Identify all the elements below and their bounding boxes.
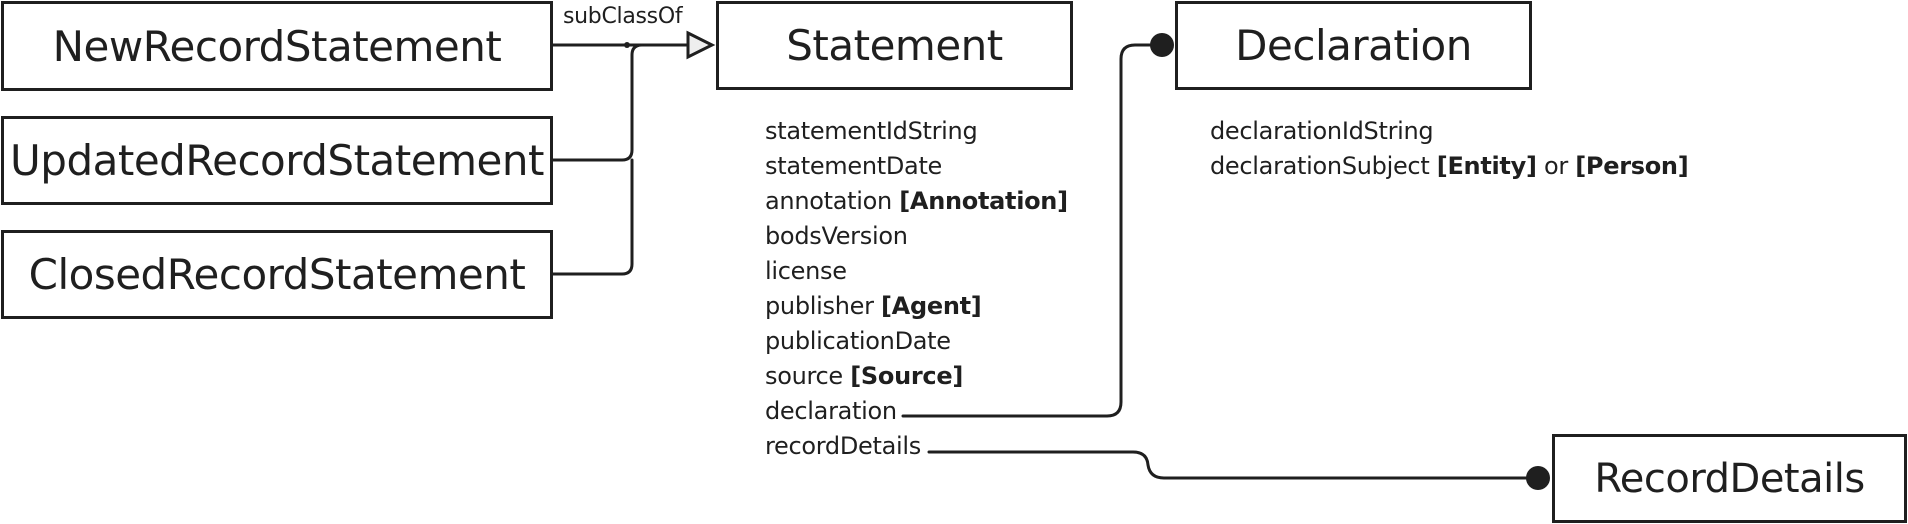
generalization-arrowhead (686, 30, 716, 60)
declaration-properties: declarationIdString declarationSubject [… (1210, 114, 1689, 184)
record-details-end-dot (1526, 466, 1550, 490)
class-title: Statement (786, 21, 1003, 70)
property-row: bodsVersion (765, 222, 908, 250)
class-title: RecordDetails (1594, 455, 1865, 502)
class-title: UpdatedRecordStatement (10, 136, 544, 185)
class-declaration[interactable]: Declaration (1175, 1, 1532, 90)
property-row: source [Source] (765, 362, 963, 390)
property-row: declarationSubject [Entity] or [Person] (1210, 152, 1689, 180)
junction-dot (624, 42, 630, 48)
property-row: annotation [Annotation] (765, 187, 1068, 215)
class-title: Declaration (1235, 21, 1472, 70)
property-row: statementDate (765, 152, 943, 180)
property-row: publisher [Agent] (765, 292, 982, 320)
class-new-record-statement[interactable]: NewRecordStatement (1, 1, 553, 91)
property-row: publicationDate (765, 327, 951, 355)
property-type: [Annotation] (899, 187, 1068, 215)
property-row: license (765, 257, 847, 285)
subclass-line-updated (551, 43, 644, 162)
property-row: declaration (765, 397, 897, 425)
property-row: declarationIdString (1210, 117, 1434, 145)
property-type: [Agent] (881, 292, 982, 320)
class-record-details[interactable]: RecordDetails (1552, 434, 1907, 523)
statement-properties: statementIdString statementDate annotati… (765, 114, 1068, 464)
subclass-line-closed (551, 158, 634, 276)
declaration-end-dot (1150, 33, 1174, 57)
property-type: [Entity] (1436, 152, 1537, 180)
property-type: [Person] (1575, 152, 1689, 180)
property-type: [Source] (850, 362, 963, 390)
class-closed-record-statement[interactable]: ClosedRecordStatement (1, 230, 553, 319)
subclass-of-label: subClassOf (563, 4, 683, 29)
class-statement[interactable]: Statement (716, 1, 1073, 90)
class-updated-record-statement[interactable]: UpdatedRecordStatement (1, 116, 553, 205)
property-row: statementIdString (765, 117, 978, 145)
property-row: recordDetails (765, 432, 921, 460)
class-title: ClosedRecordStatement (28, 250, 526, 299)
class-title: NewRecordStatement (52, 21, 502, 71)
